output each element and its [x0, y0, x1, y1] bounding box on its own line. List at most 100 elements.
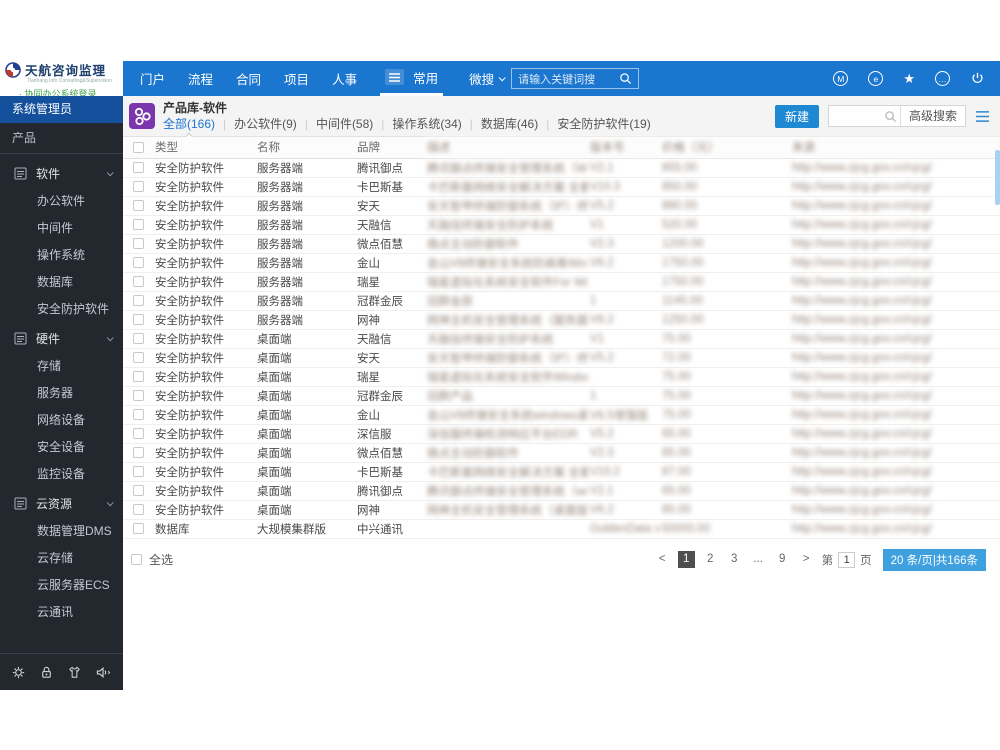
- table-row[interactable]: 安全防护软件 服务器端 金山 金山V8终端安全系统防病毒Windows服务器版 …: [123, 253, 1000, 273]
- page-button-...[interactable]: ...: [750, 551, 767, 568]
- nav-item-3[interactable]: 项目: [284, 69, 309, 88]
- m-badge-icon[interactable]: M: [833, 71, 849, 86]
- prev-page-button[interactable]: <: [654, 551, 671, 568]
- page-button-1[interactable]: 1: [677, 551, 695, 568]
- row-checkbox[interactable]: [132, 294, 144, 306]
- nav-item-changyong[interactable]: 常用: [413, 68, 438, 87]
- tab-2[interactable]: 中间件(58): [316, 116, 373, 132]
- table-row[interactable]: 安全防护软件 服务器端 安天 安天智甲终端防御系统（IP）· 终端防护授权 V5…: [123, 196, 1000, 216]
- table-row[interactable]: 安全防护软件 桌面端 天融信 天融信终端安全防护系统 V1 75.00 http…: [123, 329, 1000, 349]
- tab-5[interactable]: 安全防护软件(19): [557, 116, 650, 132]
- row-checkbox[interactable]: [132, 161, 144, 173]
- sidebar-item[interactable]: 云服务器ECS: [0, 572, 123, 599]
- sidebar-item[interactable]: 安全设备: [0, 434, 123, 461]
- tab-0[interactable]: 全部(166): [163, 116, 215, 132]
- sidebar-group-2[interactable]: 云资源: [0, 488, 123, 518]
- row-checkbox[interactable]: [132, 199, 144, 211]
- table-row[interactable]: 安全防护软件 服务器端 瑞星 瑞星虚拟化系统安全软件For Windows服 务…: [123, 272, 1000, 292]
- table-search-input[interactable]: [828, 110, 881, 122]
- row-checkbox[interactable]: [132, 180, 144, 192]
- table-row[interactable]: 安全防护软件 服务器端 天融信 天融信终端安全防护系统 V1 520.00 ht…: [123, 215, 1000, 235]
- sidebar-item[interactable]: 中间件: [0, 215, 123, 242]
- page-button-2[interactable]: 2: [702, 551, 719, 568]
- search-scope-dropdown[interactable]: 微搜: [469, 69, 506, 88]
- row-checkbox[interactable]: [132, 408, 144, 420]
- tab-3[interactable]: 操作系统(34): [392, 116, 461, 132]
- menu-hamburger-icon[interactable]: [385, 69, 405, 85]
- page-jump-input[interactable]: 1: [838, 551, 856, 568]
- row-checkbox[interactable]: [132, 427, 144, 439]
- column-header[interactable]: 类型: [153, 137, 255, 159]
- sound-icon[interactable]: [95, 665, 112, 680]
- row-checkbox[interactable]: [132, 465, 144, 477]
- sidebar-item[interactable]: 监控设备: [0, 461, 123, 488]
- row-checkbox[interactable]: [132, 389, 144, 401]
- sidebar-item[interactable]: 存储: [0, 353, 123, 380]
- sidebar-section-product[interactable]: 产品: [0, 123, 123, 154]
- lock-icon[interactable]: [39, 665, 54, 680]
- sidebar-item[interactable]: 操作系统: [0, 242, 123, 269]
- row-checkbox[interactable]: [132, 446, 144, 458]
- list-view-icon[interactable]: [975, 110, 990, 123]
- table-row[interactable]: 安全防护软件 服务器端 卡巴斯基 卡巴斯基网络安全解决方案 全套优化版KES（标…: [123, 177, 1000, 197]
- sidebar-item[interactable]: 云通讯: [0, 599, 123, 626]
- row-checkbox[interactable]: [132, 503, 144, 515]
- row-checkbox[interactable]: [132, 313, 144, 325]
- table-row[interactable]: 安全防护软件 桌面端 冠群金辰 冠群产品 1 75.00 http://www.…: [123, 386, 1000, 406]
- column-header[interactable]: 品牌: [355, 137, 425, 159]
- select-all-label[interactable]: 全选: [149, 551, 173, 568]
- search-icon[interactable]: [884, 110, 897, 123]
- sidebar-item[interactable]: 安全防护软件: [0, 296, 123, 323]
- row-checkbox[interactable]: [132, 256, 144, 268]
- column-header[interactable]: 名称: [255, 137, 355, 159]
- more-icon[interactable]: …: [935, 71, 950, 86]
- table-row[interactable]: 安全防护软件 桌面端 深信服 深信服终端检测响应平台EDR V5.2 65.00…: [123, 424, 1000, 444]
- header-checkbox[interactable]: [132, 141, 144, 153]
- row-checkbox[interactable]: [132, 522, 144, 534]
- table-row[interactable]: 安全防护软件 桌面端 金山 金山V8终端安全系统windows桌面版 V6.5增…: [123, 405, 1000, 425]
- settings-icon[interactable]: [11, 665, 26, 680]
- theme-icon[interactable]: [67, 665, 82, 680]
- table-row[interactable]: 安全防护软件 桌面端 瑞星 瑞星虚拟化系统安全软件Windows桌面版 75.0…: [123, 367, 1000, 387]
- table-row[interactable]: 数据库 大规模集群版 中兴通讯 GoldenData v... 50000.00…: [123, 519, 1000, 539]
- table-row[interactable]: 安全防护软件 桌面端 腾讯御点 腾讯御点终端安全管理系统（windows版）V2…: [123, 481, 1000, 501]
- advanced-search-button[interactable]: 高级搜索: [899, 106, 965, 126]
- sidebar-group-1[interactable]: 硬件: [0, 323, 123, 353]
- message-icon[interactable]: e: [868, 71, 884, 86]
- nav-item-4[interactable]: 人事: [332, 69, 357, 88]
- row-checkbox[interactable]: [132, 275, 144, 287]
- row-checkbox[interactable]: [132, 218, 144, 230]
- sidebar-group-0[interactable]: 软件: [0, 158, 123, 188]
- table-row[interactable]: 安全防护软件 服务器端 微点佰慧 微点主动防御软件 V2.3 1200.00 h…: [123, 234, 1000, 254]
- sidebar-item[interactable]: 办公软件: [0, 188, 123, 215]
- row-checkbox[interactable]: [132, 351, 144, 363]
- page-button-9[interactable]: 9: [774, 551, 791, 568]
- column-header[interactable]: 来源: [790, 137, 1000, 159]
- table-row[interactable]: 安全防护软件 桌面端 微点佰慧 微点主动防御软件 V2.3 65.00 http…: [123, 443, 1000, 463]
- power-icon[interactable]: [970, 71, 985, 86]
- table-row[interactable]: 安全防护软件 服务器端 冠群金辰 冠群金辰 1 1145.00 http://w…: [123, 291, 1000, 311]
- table-scrollbar[interactable]: [995, 150, 1000, 205]
- page-button-3[interactable]: 3: [726, 551, 743, 568]
- nav-item-2[interactable]: 合同: [236, 69, 261, 88]
- sidebar-item[interactable]: 数据库: [0, 269, 123, 296]
- row-checkbox[interactable]: [132, 332, 144, 344]
- column-header[interactable]: 描述: [425, 137, 588, 159]
- tab-4[interactable]: 数据库(46): [481, 116, 538, 132]
- table-row[interactable]: 安全防护软件 桌面端 网神 网神主机安全管理系统（桌面版） V6.2 85.00…: [123, 500, 1000, 520]
- sidebar-item[interactable]: 网络设备: [0, 407, 123, 434]
- row-checkbox[interactable]: [132, 484, 144, 496]
- select-all-checkbox[interactable]: [131, 554, 142, 565]
- column-header[interactable]: 版本号: [588, 137, 660, 159]
- table-row[interactable]: 安全防护软件 服务器端 腾讯御点 腾讯御点终端安全管理系统（Windows版） …: [123, 158, 1000, 178]
- nav-item-1[interactable]: 流程: [188, 69, 213, 88]
- star-icon[interactable]: ★: [903, 72, 915, 85]
- sidebar-item[interactable]: 数据管理DMS: [0, 518, 123, 545]
- nav-item-0[interactable]: 门户: [140, 69, 165, 88]
- sidebar-item[interactable]: 服务器: [0, 380, 123, 407]
- table-row[interactable]: 安全防护软件 桌面端 安天 安天智甲终端防御系统（IP）· 终端防护授权 V5.…: [123, 348, 1000, 368]
- new-button[interactable]: 新建: [774, 104, 819, 128]
- table-row[interactable]: 安全防护软件 服务器端 网神 网神主机安全管理系统（服务器版） V6.2 125…: [123, 310, 1000, 330]
- page-size-summary[interactable]: 20 条/页|共166条: [882, 548, 986, 571]
- table-row[interactable]: 安全防护软件 桌面端 卡巴斯基 卡巴斯基网络安全解决方案 全面防护版高级版KES…: [123, 462, 1000, 482]
